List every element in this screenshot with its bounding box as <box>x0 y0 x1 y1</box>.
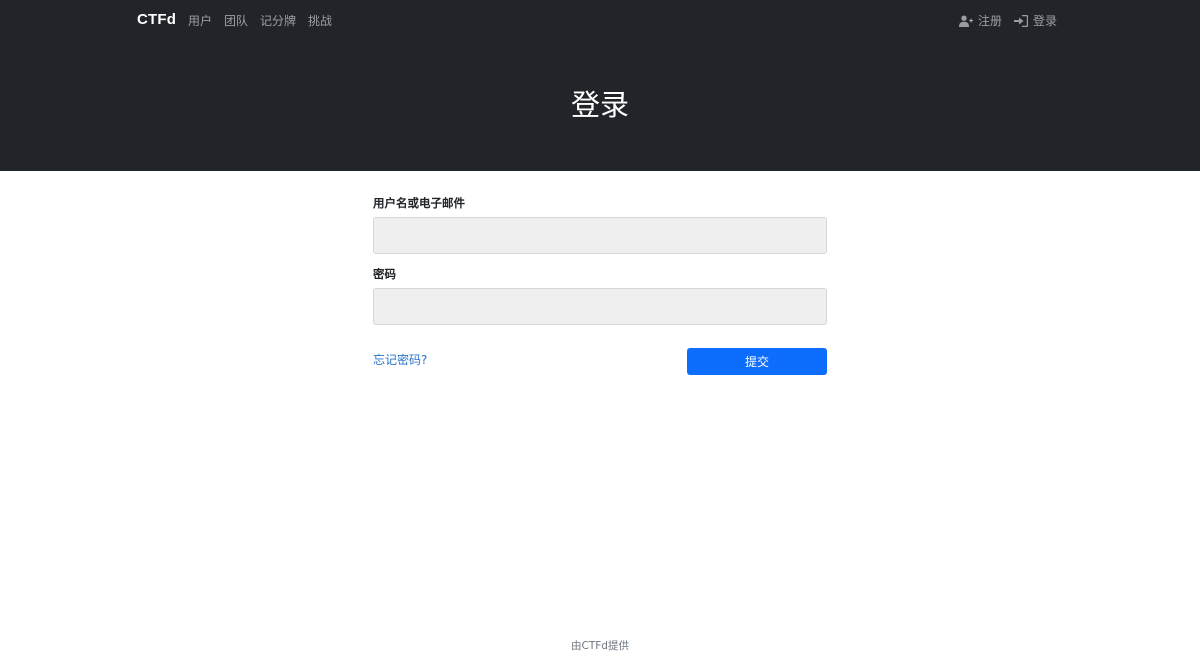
nav-link-login[interactable]: 登录 <box>1013 12 1057 29</box>
nav-link-teams[interactable]: 团队 <box>224 12 248 29</box>
page-header: 登录 <box>0 40 1200 171</box>
nav-login-label: 登录 <box>1032 14 1057 28</box>
nav-links: 用户 团队 记分牌 挑战 <box>188 12 332 29</box>
sign-in-icon <box>1013 14 1028 27</box>
footer-powered-by-link[interactable]: 由CTFd提供 <box>571 640 629 652</box>
nav-link-scoreboard[interactable]: 记分牌 <box>260 12 296 29</box>
footer: 由CTFd提供 <box>0 638 1200 653</box>
top-navbar: CTFd 用户 团队 记分牌 挑战 注册 登录 <box>0 0 1200 40</box>
nav-link-users[interactable]: 用户 <box>188 12 212 29</box>
submit-button[interactable]: 提交 <box>687 348 827 375</box>
forgot-password-link[interactable]: 忘记密码? <box>373 351 427 368</box>
password-input[interactable] <box>373 288 827 325</box>
nav-register-label: 注册 <box>977 14 1002 28</box>
user-plus-icon <box>958 15 973 27</box>
password-label: 密码 <box>373 267 396 281</box>
nav-right-links: 注册 登录 <box>958 12 1057 29</box>
nav-link-challenges[interactable]: 挑战 <box>308 12 332 29</box>
username-label: 用户名或电子邮件 <box>373 196 465 210</box>
nav-link-register[interactable]: 注册 <box>958 12 1002 29</box>
username-input[interactable] <box>373 217 827 254</box>
page-title: 登录 <box>570 88 629 122</box>
brand-link[interactable]: CTFd <box>137 11 176 28</box>
